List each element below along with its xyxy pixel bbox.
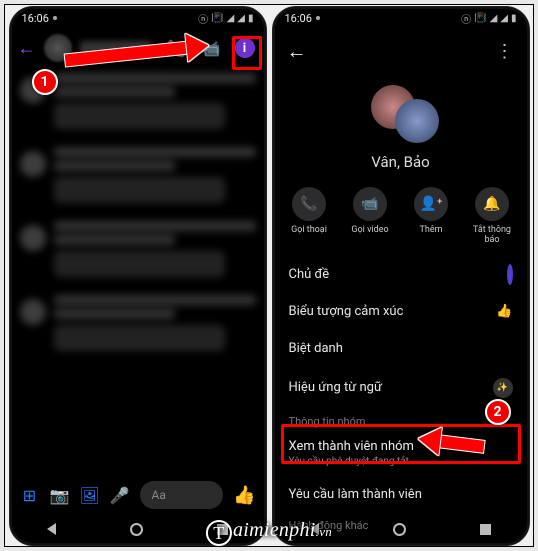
theme-ring-icon xyxy=(507,264,513,285)
video-button[interactable]: 📹 Gọi video xyxy=(344,187,396,246)
video-label: Gọi video xyxy=(351,226,388,236)
android-navbar xyxy=(10,517,266,541)
group-name: Vân, Bảo xyxy=(273,153,529,171)
like-icon: 👍 xyxy=(496,304,512,319)
members-subtitle: Yêu cầu phê duyệt đang tắt xyxy=(289,456,409,467)
group-avatar[interactable] xyxy=(273,79,529,149)
status-bar: 16:06 ⓝ 📳 ◢ ◢ ▮ xyxy=(273,7,529,29)
nav-recent-icon[interactable] xyxy=(480,524,491,535)
section-group-info: Thông tin nhóm xyxy=(273,409,529,430)
chat-title xyxy=(80,41,152,55)
add-button[interactable]: 👤⁺ Thêm xyxy=(405,187,457,246)
chat-body xyxy=(10,67,266,485)
mute-button[interactable]: 🔔 Tắt thông báo xyxy=(466,187,518,246)
chat-avatar[interactable] xyxy=(44,34,72,62)
status-dot xyxy=(53,16,57,20)
row-member-request[interactable]: Yêu cầu làm thành viên xyxy=(273,476,529,513)
row-word-effect[interactable]: Hiệu ứng từ ngữ ✨ xyxy=(273,367,529,409)
nav-back-icon[interactable] xyxy=(310,523,319,535)
emoji-label: Biểu tượng cảm xúc xyxy=(289,304,404,319)
video-icon[interactable]: 📹 xyxy=(198,35,224,61)
mute-label: Tắt thông báo xyxy=(466,226,518,246)
signal-icon: ◢ xyxy=(227,13,235,24)
add-label: Thêm xyxy=(420,226,443,236)
bell-icon: 🔔 xyxy=(475,187,509,221)
camera-icon[interactable]: 📷 xyxy=(50,486,70,505)
status-time: 16:06 xyxy=(22,12,49,25)
input-placeholder: Aa xyxy=(152,488,166,502)
status-bar: 16:06 ⓝ 📳 ◢ ◢ ▮ xyxy=(10,7,266,29)
request-label: Yêu cầu làm thành viên xyxy=(289,487,422,502)
nav-recent-icon[interactable] xyxy=(217,524,228,535)
word-effect-label: Hiệu ứng từ ngữ xyxy=(289,380,383,395)
input-bar: ⊞ 📷 🖼 🎤 Aa 👍 xyxy=(10,475,266,515)
nav-back-icon[interactable] xyxy=(47,523,56,535)
nav-home-icon[interactable] xyxy=(393,523,406,536)
add-person-icon: 👤⁺ xyxy=(414,187,448,221)
nav-home-icon[interactable] xyxy=(130,523,143,536)
call-icon[interactable]: 📞 xyxy=(164,35,190,61)
detail-header: ← ⋮ xyxy=(273,29,529,73)
video-icon: 📹 xyxy=(353,187,387,221)
sparkle-icon: ✨ xyxy=(493,378,513,398)
signal2-icon: ◢ xyxy=(237,13,245,24)
info-icon: i xyxy=(235,38,255,58)
apps-icon[interactable]: ⊞ xyxy=(20,486,40,505)
nfc-icon: ⓝ xyxy=(461,11,471,26)
gallery-icon[interactable]: 🖼 xyxy=(80,486,100,505)
status-dot xyxy=(316,16,320,20)
back-icon[interactable]: ← xyxy=(18,38,36,59)
chat-header: ← 📞 📹 i xyxy=(10,29,266,67)
action-row: 📞 Gọi thoại 📹 Gọi video 👤⁺ Thêm 🔔 Tắt th… xyxy=(279,187,523,246)
vibrate-icon: 📳 xyxy=(211,13,223,24)
battery-icon: ▮ xyxy=(248,13,254,24)
phone-right: 16:06 ⓝ 📳 ◢ ◢ ▮ ← ⋮ Vân, Bảo 📞 Gọi thoại xyxy=(272,6,530,546)
message-input[interactable]: Aa xyxy=(140,481,224,509)
avatar-2 xyxy=(395,99,439,143)
phone-icon: 📞 xyxy=(292,187,326,221)
battery-icon: ▮ xyxy=(511,13,517,24)
back-icon[interactable]: ← xyxy=(287,39,307,64)
row-nickname[interactable]: Biệt danh xyxy=(273,330,529,367)
settings-list: Chủ đề Biểu tượng cảm xúc 👍 Biệt danh Hi… xyxy=(273,256,529,534)
android-navbar xyxy=(273,517,529,541)
row-view-members[interactable]: Xem thành viên nhóm Yêu cầu phê duyệt đa… xyxy=(273,430,529,476)
signal-icon: ◢ xyxy=(490,13,498,24)
row-theme[interactable]: Chủ đề xyxy=(273,256,529,293)
nickname-label: Biệt danh xyxy=(289,341,343,356)
nfc-icon: ⓝ xyxy=(198,11,208,26)
more-icon[interactable]: ⋮ xyxy=(496,41,515,62)
theme-label: Chủ đề xyxy=(289,267,330,282)
phone-left: 16:06 ⓝ 📳 ◢ ◢ ▮ ← 📞 📹 i xyxy=(9,6,267,546)
row-emoji[interactable]: Biểu tượng cảm xúc 👍 xyxy=(273,293,529,330)
members-title: Xem thành viên nhóm xyxy=(289,439,414,454)
info-button[interactable]: i xyxy=(232,35,258,61)
call-button[interactable]: 📞 Gọi thoại xyxy=(283,187,335,246)
signal2-icon: ◢ xyxy=(500,13,508,24)
call-label: Gọi thoại xyxy=(291,226,327,236)
status-time: 16:06 xyxy=(285,12,312,25)
mic-icon[interactable]: 🎤 xyxy=(110,486,130,505)
thumbs-up-icon[interactable]: 👍 xyxy=(233,485,255,506)
vibrate-icon: 📳 xyxy=(474,13,486,24)
